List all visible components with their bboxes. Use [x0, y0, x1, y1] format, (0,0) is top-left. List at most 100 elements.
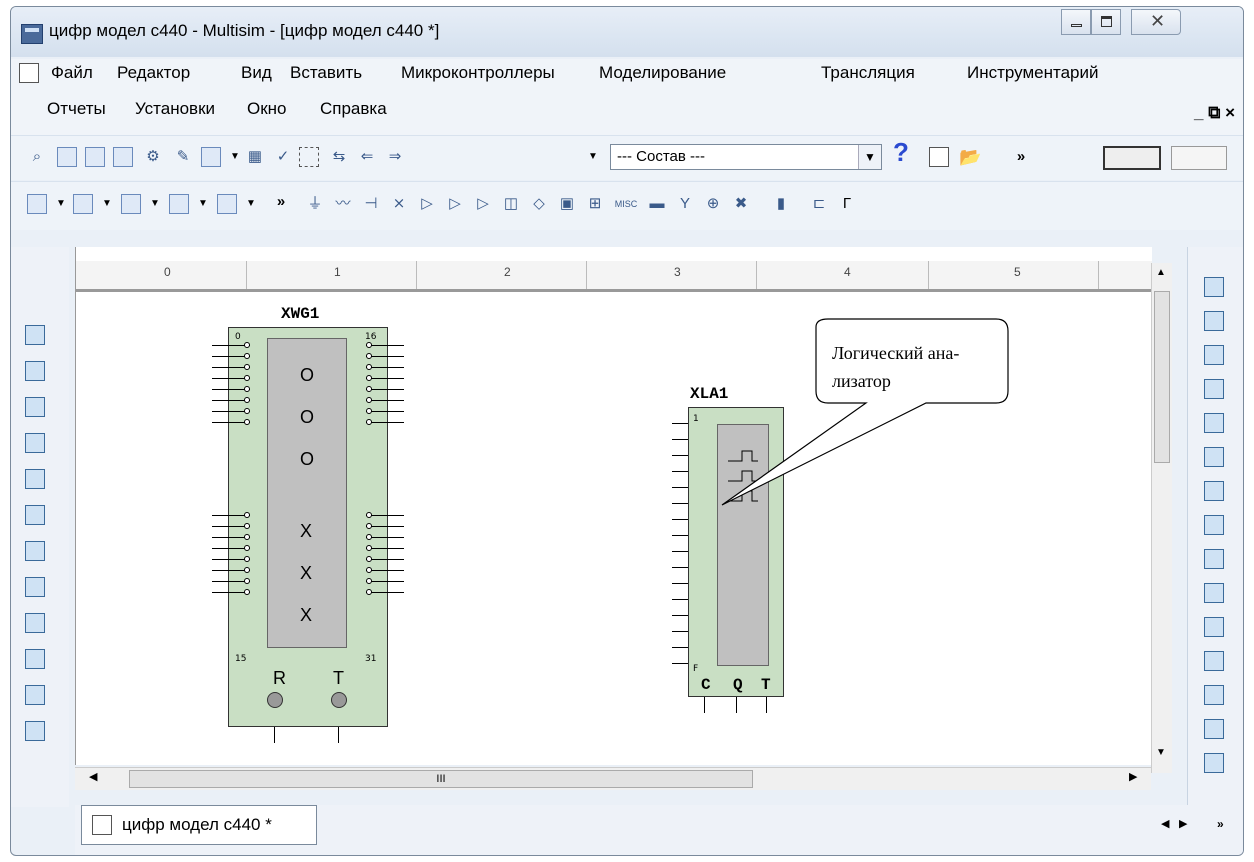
pin-terminal[interactable] [244, 578, 250, 584]
grid-view-icon[interactable] [57, 147, 77, 167]
maximize-button[interactable] [1091, 9, 1121, 35]
menu-view[interactable]: Вид [241, 63, 272, 83]
misc-digital-palette-icon[interactable] [25, 577, 45, 597]
database-icon[interactable]: ✎ [173, 147, 193, 167]
simulation-switch-on[interactable] [1103, 146, 1161, 170]
diode-comp-icon[interactable]: ⊣ [361, 194, 381, 214]
function-generator-icon[interactable] [1204, 311, 1224, 331]
pin-terminal[interactable] [366, 364, 372, 370]
menu-window[interactable]: Окно [247, 99, 287, 119]
pin-terminal[interactable] [244, 397, 250, 403]
wattmeter-icon[interactable] [1204, 345, 1224, 365]
calculator-icon[interactable]: ▦ [245, 147, 265, 167]
chevron-down-icon[interactable]: ▼ [241, 194, 261, 214]
pin-terminal[interactable] [244, 419, 250, 425]
pin-terminal[interactable] [366, 375, 372, 381]
document-icon[interactable] [19, 63, 39, 83]
vertical-scrollbar[interactable]: ▲ ▼ [1151, 263, 1172, 773]
hierarchy-icon[interactable]: ⚙ [143, 147, 163, 167]
source-palette-icon[interactable] [25, 325, 45, 345]
wg-t-connector[interactable] [331, 692, 347, 708]
ttl-icon[interactable]: ▷ [445, 194, 465, 214]
pin-terminal[interactable] [366, 408, 372, 414]
mixed-palette-icon[interactable] [25, 613, 45, 633]
pin-terminal[interactable] [366, 545, 372, 551]
pin-terminal[interactable] [244, 375, 250, 381]
tab-scroll-right-icon[interactable]: ▶ [1179, 817, 1187, 830]
chevron-down-icon[interactable]: ▼ [145, 194, 165, 214]
pin-terminal[interactable] [366, 523, 372, 529]
menu-insert[interactable]: Вставить [290, 63, 362, 83]
chevron-down-icon[interactable]: ▼ [97, 194, 117, 214]
transistor-palette-icon[interactable] [25, 433, 45, 453]
pin-terminal[interactable] [244, 523, 250, 529]
chevron-down-icon[interactable]: ▼ [858, 145, 881, 169]
pin-terminal[interactable] [244, 534, 250, 540]
tab-active-document[interactable]: цифр модел с440 * [81, 805, 317, 845]
rf-icon[interactable]: ✖ [731, 194, 751, 214]
analog-icon[interactable] [217, 194, 237, 214]
pin-terminal[interactable] [244, 512, 250, 518]
chevron-down-icon[interactable]: ▼ [193, 194, 213, 214]
transfer-forward-icon[interactable]: ⇒ [385, 147, 405, 167]
more-components-chevron[interactable]: » [271, 192, 291, 212]
menu-tools[interactable]: Инструментарий [967, 63, 1099, 83]
in-use-list-select[interactable]: --- Состав --- ▼ [610, 144, 882, 170]
multimeter-icon[interactable] [1204, 277, 1224, 297]
close-button[interactable]: ✕ [1131, 9, 1181, 35]
zoom-icon[interactable]: ⌕ [27, 147, 47, 167]
logic-converter-icon[interactable] [1204, 583, 1224, 603]
pin-terminal[interactable] [366, 512, 372, 518]
horizontal-scroll-thumb[interactable]: III [129, 770, 753, 788]
peripherals-icon[interactable]: ▬ [647, 194, 667, 214]
antenna-icon[interactable]: Y [675, 194, 695, 214]
pin-terminal[interactable] [366, 534, 372, 540]
open-folder-icon[interactable]: 📂 [959, 147, 981, 167]
scroll-left-icon[interactable]: ◀ [89, 770, 97, 783]
scroll-down-icon[interactable]: ▼ [1156, 747, 1166, 758]
bode-plotter-icon[interactable] [1204, 447, 1224, 467]
frequency-counter-icon[interactable] [1204, 481, 1224, 501]
pin-terminal[interactable] [366, 567, 372, 573]
tab-list-chevron-icon[interactable]: » [1217, 817, 1224, 831]
word-generator-icon[interactable] [1204, 515, 1224, 535]
menu-help[interactable]: Справка [320, 99, 387, 119]
opamp-icon[interactable]: ▷ [417, 194, 437, 214]
scroll-up-icon[interactable]: ▲ [1156, 267, 1166, 278]
pin-terminal[interactable] [366, 419, 372, 425]
pin-terminal[interactable] [244, 364, 250, 370]
four-channel-scope-icon[interactable] [1204, 413, 1224, 433]
pin-terminal[interactable] [244, 589, 250, 595]
pin-terminal[interactable] [244, 408, 250, 414]
scroll-right-icon[interactable]: ▶ [1129, 770, 1137, 783]
menu-reports[interactable]: Отчеты [47, 99, 106, 119]
vertical-scroll-thumb[interactable] [1154, 291, 1170, 463]
analysis-icon[interactable] [201, 147, 221, 167]
menu-options[interactable]: Установки [135, 99, 215, 119]
ttl-palette-icon[interactable] [25, 505, 45, 525]
help-icon[interactable]: ? [891, 139, 911, 165]
minimize-button[interactable] [1061, 9, 1091, 35]
pin-terminal[interactable] [244, 556, 250, 562]
menu-transfer[interactable]: Трансляция [821, 63, 915, 83]
basic-icon[interactable] [73, 194, 93, 214]
electromech-icon[interactable]: ⊕ [703, 194, 723, 214]
chevron-down-icon[interactable]: ▼ [583, 147, 603, 167]
transistor-icon[interactable] [169, 194, 189, 214]
resistor-icon[interactable]: 〰 [333, 194, 353, 214]
cmos-palette-icon[interactable] [25, 541, 45, 561]
analog-palette-icon[interactable] [25, 469, 45, 489]
source-icon[interactable] [27, 194, 47, 214]
pin-terminal[interactable] [366, 342, 372, 348]
bus-icon[interactable]: Γ [837, 194, 857, 214]
schematic-canvas[interactable]: 0 1 2 3 4 5 XWG1 0 16 O O O X X X 15 31 … [75, 247, 1152, 765]
menu-edit[interactable]: Редактор [117, 63, 190, 83]
transistor-comp-icon[interactable]: ⨯ [389, 194, 409, 214]
pin-terminal[interactable] [366, 397, 372, 403]
power-comp-icon[interactable]: ⊞ [585, 194, 605, 214]
oscilloscope-icon[interactable] [1204, 379, 1224, 399]
iv-analyzer-icon[interactable] [1204, 617, 1224, 637]
hierarchy-block-icon[interactable]: ⊏ [809, 194, 829, 214]
pin-terminal[interactable] [366, 386, 372, 392]
misc-palette-icon[interactable] [25, 721, 45, 741]
